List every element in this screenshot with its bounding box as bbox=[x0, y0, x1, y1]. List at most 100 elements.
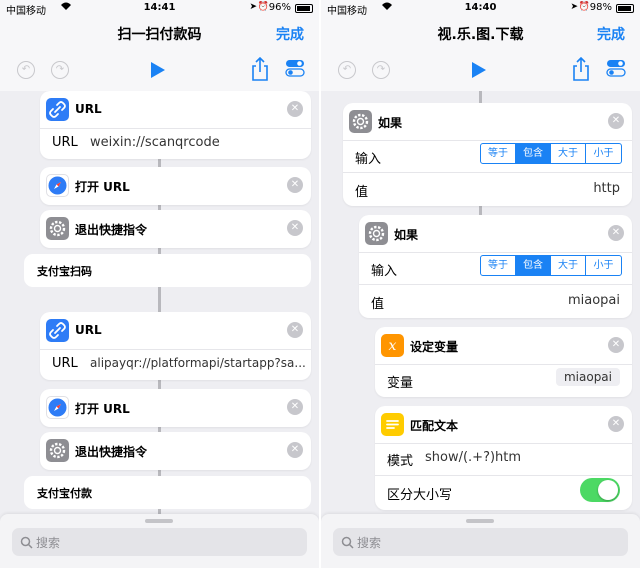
share-icon[interactable] bbox=[572, 56, 590, 85]
value-field[interactable]: miaopai bbox=[568, 293, 620, 308]
done-button[interactable]: 完成 bbox=[276, 24, 304, 44]
left-screen: 中国移动 14:41 ➤ ⏰ 96% 扫一扫付款码 完成 ↶ ↷ URL ✕ U… bbox=[0, 0, 319, 568]
card-header: 退出快捷指令 ✕ bbox=[40, 210, 311, 248]
card-header: URL ✕ bbox=[40, 91, 311, 129]
card-title: 退出快捷指令 bbox=[75, 223, 148, 237]
url-label: URL bbox=[52, 356, 78, 371]
settings-toggle-icon[interactable] bbox=[285, 58, 305, 78]
done-button[interactable]: 完成 bbox=[597, 24, 625, 44]
value-label: 值 bbox=[355, 185, 369, 200]
play-icon[interactable] bbox=[471, 61, 487, 83]
card-title: 如果 bbox=[394, 228, 419, 242]
gear-icon bbox=[349, 110, 372, 133]
comment-text: 支付宝付款 bbox=[37, 487, 92, 500]
condition-segmented-control[interactable]: 等于 包含 大于 小于 bbox=[480, 143, 622, 164]
open-url-action-card[interactable]: 打开 URL ✕ bbox=[40, 389, 311, 427]
card-header: 匹配文本 ✕ bbox=[375, 406, 632, 444]
gear-icon bbox=[365, 222, 388, 245]
comment-card[interactable]: 支付宝付款 bbox=[24, 476, 311, 509]
search-icon bbox=[341, 534, 354, 553]
sheet-grabber[interactable] bbox=[145, 519, 173, 523]
gear-icon bbox=[46, 439, 69, 462]
comment-card[interactable]: 支付宝扫码 bbox=[24, 254, 311, 287]
value-label: 值 bbox=[371, 297, 385, 312]
safari-icon bbox=[46, 174, 69, 197]
text-lines-icon bbox=[381, 413, 404, 436]
settings-toggle-icon[interactable] bbox=[606, 58, 626, 78]
condition-option[interactable]: 等于 bbox=[481, 144, 516, 163]
battery-icon bbox=[295, 4, 313, 13]
condition-option-selected[interactable]: 包含 bbox=[516, 144, 551, 163]
condition-option-selected[interactable]: 包含 bbox=[516, 256, 551, 275]
undo-icon[interactable]: ↶ bbox=[17, 61, 35, 79]
battery-icon bbox=[616, 4, 634, 13]
flow-connector bbox=[479, 91, 482, 103]
location-icon: ➤ bbox=[249, 2, 257, 12]
search-icon bbox=[20, 534, 33, 553]
nav-bar: 扫一扫付款码 完成 ↶ ↷ bbox=[0, 17, 319, 91]
card-header: 如果 ✕ bbox=[343, 103, 632, 141]
redo-icon[interactable]: ↷ bbox=[372, 61, 390, 79]
search-input[interactable]: 搜索 bbox=[333, 528, 628, 556]
alarm-icon: ⏰ bbox=[257, 2, 269, 12]
row-divider bbox=[359, 284, 632, 285]
url-action-card[interactable]: URL ✕ URL alipayqr://platformapi/startap… bbox=[40, 312, 311, 380]
set-variable-action-card[interactable]: x 设定变量 ✕ 变量 miaopai bbox=[375, 327, 632, 397]
if-action-card[interactable]: 如果 ✕ 输入 等于 包含 大于 小于 值 miaopai bbox=[359, 215, 632, 318]
close-icon[interactable]: ✕ bbox=[608, 225, 624, 241]
search-input[interactable]: 搜索 bbox=[12, 528, 307, 556]
condition-option[interactable]: 小于 bbox=[586, 256, 621, 275]
variable-name-field[interactable]: miaopai bbox=[555, 368, 620, 386]
match-text-action-card[interactable]: 匹配文本 ✕ 模式 show/(.+?)htm 区分大小写 bbox=[375, 406, 632, 510]
close-icon[interactable]: ✕ bbox=[608, 337, 624, 353]
card-header: URL ✕ bbox=[40, 312, 311, 350]
battery-percent: 96% bbox=[268, 2, 291, 13]
open-url-action-card[interactable]: 打开 URL ✕ bbox=[40, 167, 311, 205]
card-title: 退出快捷指令 bbox=[75, 445, 148, 459]
pattern-label: 模式 bbox=[387, 454, 414, 469]
page-title: 扫一扫付款码 bbox=[117, 27, 202, 43]
sheet-grabber[interactable] bbox=[466, 519, 494, 523]
status-bar: 中国移动 14:40 ➤ ⏰ 98% bbox=[321, 0, 640, 17]
card-title: 如果 bbox=[378, 116, 403, 130]
condition-option[interactable]: 等于 bbox=[481, 256, 516, 275]
card-header: 退出快捷指令 ✕ bbox=[40, 432, 311, 470]
close-icon[interactable]: ✕ bbox=[287, 399, 303, 415]
condition-option[interactable]: 小于 bbox=[586, 144, 621, 163]
undo-icon[interactable]: ↶ bbox=[338, 61, 356, 79]
search-placeholder: 搜索 bbox=[357, 536, 382, 550]
condition-option[interactable]: 大于 bbox=[551, 144, 586, 163]
close-icon[interactable]: ✕ bbox=[287, 177, 303, 193]
link-icon bbox=[46, 98, 69, 121]
variable-label: 变量 bbox=[387, 376, 414, 391]
card-title: URL bbox=[75, 102, 102, 116]
close-icon[interactable]: ✕ bbox=[287, 220, 303, 236]
action-search-sheet: 搜索 bbox=[0, 514, 319, 568]
card-header: 如果 ✕ bbox=[359, 215, 632, 253]
close-icon[interactable]: ✕ bbox=[608, 416, 624, 432]
pattern-field[interactable]: show/(.+?)htm bbox=[425, 450, 521, 465]
close-icon[interactable]: ✕ bbox=[287, 322, 303, 338]
value-field[interactable]: http bbox=[593, 181, 620, 196]
url-value[interactable]: alipayqr://platformapi/startapp?sa... bbox=[90, 356, 306, 370]
exit-shortcut-action-card[interactable]: 退出快捷指令 ✕ bbox=[40, 432, 311, 470]
case-sensitive-toggle[interactable] bbox=[580, 478, 620, 502]
input-label: 输入 bbox=[371, 264, 398, 279]
close-icon[interactable]: ✕ bbox=[287, 101, 303, 117]
safari-icon bbox=[46, 396, 69, 419]
input-label: 输入 bbox=[355, 152, 382, 167]
redo-icon[interactable]: ↷ bbox=[51, 61, 69, 79]
play-icon[interactable] bbox=[150, 61, 166, 83]
location-icon: ➤ bbox=[570, 2, 578, 12]
share-icon[interactable] bbox=[251, 56, 269, 85]
condition-option[interactable]: 大于 bbox=[551, 256, 586, 275]
url-action-card[interactable]: URL ✕ URL weixin://scanqrcode bbox=[40, 91, 311, 159]
close-icon[interactable]: ✕ bbox=[287, 442, 303, 458]
card-title: URL bbox=[75, 323, 102, 337]
exit-shortcut-action-card[interactable]: 退出快捷指令 ✕ bbox=[40, 210, 311, 248]
close-icon[interactable]: ✕ bbox=[608, 113, 624, 129]
url-value[interactable]: weixin://scanqrcode bbox=[90, 135, 220, 150]
link-icon bbox=[46, 319, 69, 342]
condition-segmented-control[interactable]: 等于 包含 大于 小于 bbox=[480, 255, 622, 276]
if-action-card[interactable]: 如果 ✕ 输入 等于 包含 大于 小于 值 http bbox=[343, 103, 632, 206]
